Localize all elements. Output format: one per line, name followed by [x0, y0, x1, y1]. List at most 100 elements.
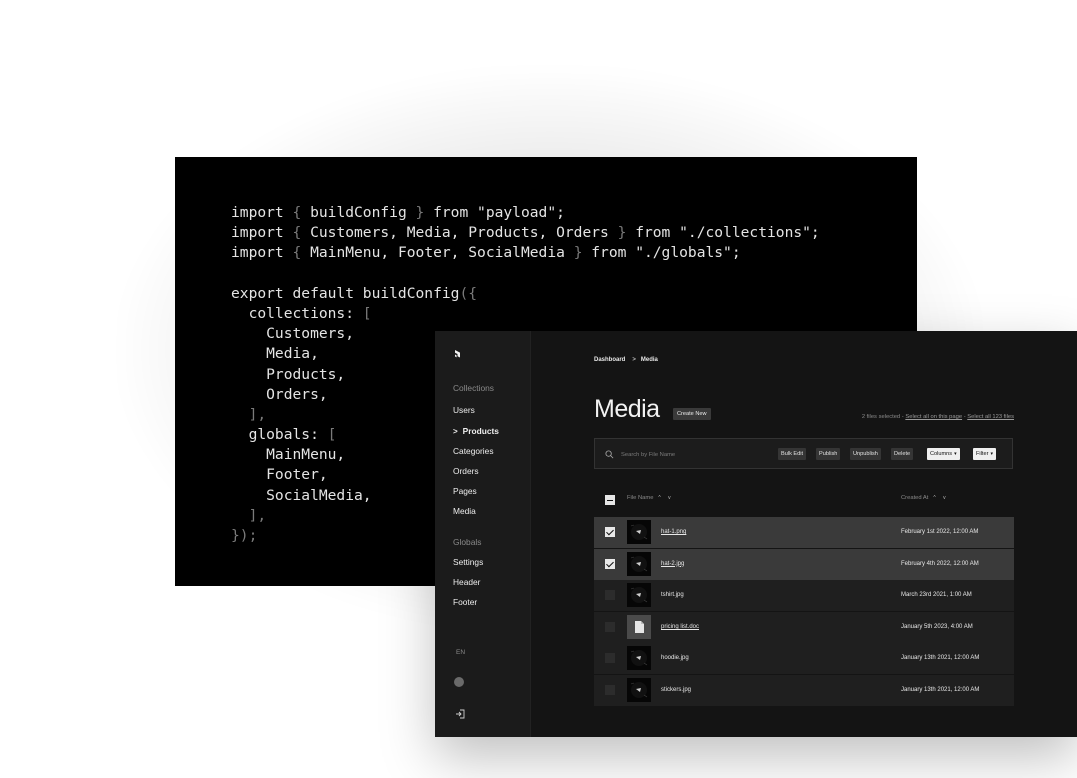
sidebar-item-media[interactable]: Media: [453, 506, 476, 516]
sidebar-item-label: Pages: [453, 486, 477, 496]
sidebar-item-orders[interactable]: Orders: [453, 466, 479, 476]
table-row[interactable]: tshirt.jpg March 23rd 2021, 1:00 AM: [594, 580, 1014, 612]
breadcrumb-current: Media: [640, 357, 658, 363]
row-checkbox[interactable]: [605, 527, 615, 537]
code-line: export default buildConfig({: [231, 284, 820, 304]
file-name-link[interactable]: stickers.jpg: [661, 687, 691, 693]
chevron-down-icon: ▾: [954, 451, 957, 457]
row-checkbox[interactable]: [605, 558, 615, 569]
image-thumbnail: [627, 583, 651, 608]
created-at-cell: January 5th 2023, 4:00 AM: [901, 623, 973, 630]
file-name-link[interactable]: hoodie.jpg: [661, 655, 689, 661]
create-new-button[interactable]: Create New: [673, 408, 711, 420]
created-at-cell: January 13th 2021, 12:00 AM: [901, 655, 980, 662]
code-token: Media,: [231, 345, 319, 363]
column-file-name: File Name ^ v: [627, 495, 674, 501]
user-avatar[interactable]: [454, 677, 464, 687]
breadcrumb: Dashboard > Media: [594, 357, 658, 363]
table-row[interactable]: pricing list.doc January 5th 2023, 4:00 A…: [594, 611, 1014, 643]
code-token: from "./globals";: [591, 244, 741, 262]
select-all-files-link[interactable]: Select all 123 files: [967, 414, 1014, 420]
file-name-link[interactable]: hat-1.png: [661, 529, 686, 535]
sidebar-item-settings[interactable]: Settings: [453, 557, 483, 567]
table-row[interactable]: hoodie.jpg January 13th 2021, 12:00 AM: [594, 643, 1014, 675]
created-at-cell: February 1st 2022, 12:00 AM: [901, 529, 979, 535]
sidebar-item-products[interactable]: > Products: [453, 426, 499, 436]
code-token: Products,: [231, 365, 346, 383]
sort-arrows-icon[interactable]: ^ v: [933, 495, 948, 501]
row-checkbox[interactable]: [605, 653, 615, 664]
code-token: ({: [459, 284, 478, 302]
file-name-link[interactable]: tshirt.jpg: [661, 592, 684, 598]
unpublish-button[interactable]: Unpublish: [850, 448, 881, 460]
column-label: Created At: [901, 495, 929, 501]
sidebar-item-users[interactable]: Users: [453, 405, 475, 415]
columns-button[interactable]: Columns ▾: [927, 448, 960, 460]
code-line: collections: [: [231, 304, 820, 324]
code-token: buildConfig: [310, 204, 416, 221]
code-token: }: [415, 204, 434, 221]
logout-icon[interactable]: [454, 708, 466, 720]
sidebar-item-footer[interactable]: Footer: [453, 597, 477, 607]
sidebar-item-label: Users: [453, 405, 475, 415]
column-created-at: Created At ^ v: [901, 495, 949, 501]
code-token: MainMenu, Footer, SocialMedia: [310, 244, 574, 262]
list-controls: Bulk Edit Publish Unpublish Delete Colum…: [594, 438, 1013, 469]
code-token: [: [327, 426, 337, 444]
page-title: Media: [594, 395, 660, 423]
image-thumbnail: [627, 678, 651, 702]
selected-count: 2 files selected: [861, 414, 901, 420]
select-all-checkbox[interactable]: [605, 495, 615, 505]
columns-label: Columns: [930, 451, 953, 457]
table-header: File Name ^ v Created At ^ v: [594, 491, 1013, 507]
sidebar-item-label: Categories: [453, 446, 494, 456]
code-token: });: [231, 527, 258, 544]
language-switcher[interactable]: EN: [456, 649, 465, 656]
bulk-edit-button[interactable]: Bulk Edit: [778, 448, 807, 460]
search-icon: [605, 450, 614, 459]
code-line: import { Customers, Media, Products, Ord…: [231, 223, 820, 243]
code-token: ],: [231, 405, 267, 423]
chevron-down-icon: ▾: [990, 451, 993, 457]
publish-button[interactable]: Publish: [816, 448, 841, 460]
globals-heading: Globals: [453, 537, 482, 547]
sidebar-item-label: Settings: [453, 557, 484, 567]
sidebar-item-header[interactable]: Header: [453, 577, 480, 587]
code-token: from "payload";: [433, 204, 565, 221]
sidebar-item-pages[interactable]: Pages: [453, 486, 477, 496]
filter-button[interactable]: Filter ▾: [973, 448, 996, 460]
code-token: ],: [231, 506, 267, 524]
created-at-cell: January 13th 2021, 12:00 AM: [901, 687, 980, 693]
file-name-link[interactable]: pricing list.doc: [661, 624, 699, 630]
sidebar-item-categories[interactable]: Categories: [453, 446, 494, 456]
column-label: File Name: [627, 495, 654, 501]
search-input[interactable]: [619, 448, 773, 462]
table-row[interactable]: hat-2.jpg February 4th 2022, 12:00 AM: [594, 548, 1014, 580]
created-at-cell: February 4th 2022, 12:00 AM: [901, 560, 979, 567]
delete-button[interactable]: Delete: [891, 448, 914, 460]
code-token: Customers,: [231, 325, 355, 343]
row-checkbox[interactable]: [605, 621, 615, 632]
code-token: collections:: [231, 304, 363, 322]
row-checkbox[interactable]: [605, 590, 615, 601]
payload-logo-icon[interactable]: [452, 348, 464, 360]
code-line: import { buildConfig } from "payload";: [231, 203, 820, 223]
row-checkbox[interactable]: [605, 685, 615, 695]
filter-label: Filter: [976, 451, 989, 457]
table-row[interactable]: stickers.jpg January 13th 2021, 12:00 AM: [594, 675, 1014, 706]
code-token: import: [231, 244, 293, 262]
sidebar-item-label: Orders: [453, 466, 479, 476]
file-name-link[interactable]: hat-2.jpg: [661, 561, 684, 567]
select-all-page-link[interactable]: Select all on this page: [905, 414, 962, 420]
sidebar-item-label: Header: [453, 577, 481, 587]
breadcrumb-dashboard-link[interactable]: Dashboard: [594, 357, 625, 363]
code-token: }: [617, 224, 636, 242]
table-row[interactable]: hat-1.png February 1st 2022, 12:00 AM: [594, 517, 1014, 548]
code-token: globals:: [231, 426, 328, 444]
sort-arrows-icon[interactable]: ^ v: [658, 495, 673, 501]
image-thumbnail: [627, 646, 651, 671]
sidebar-item-label: Products: [462, 426, 499, 436]
code-token: {: [292, 204, 311, 221]
image-thumbnail: [627, 551, 651, 576]
